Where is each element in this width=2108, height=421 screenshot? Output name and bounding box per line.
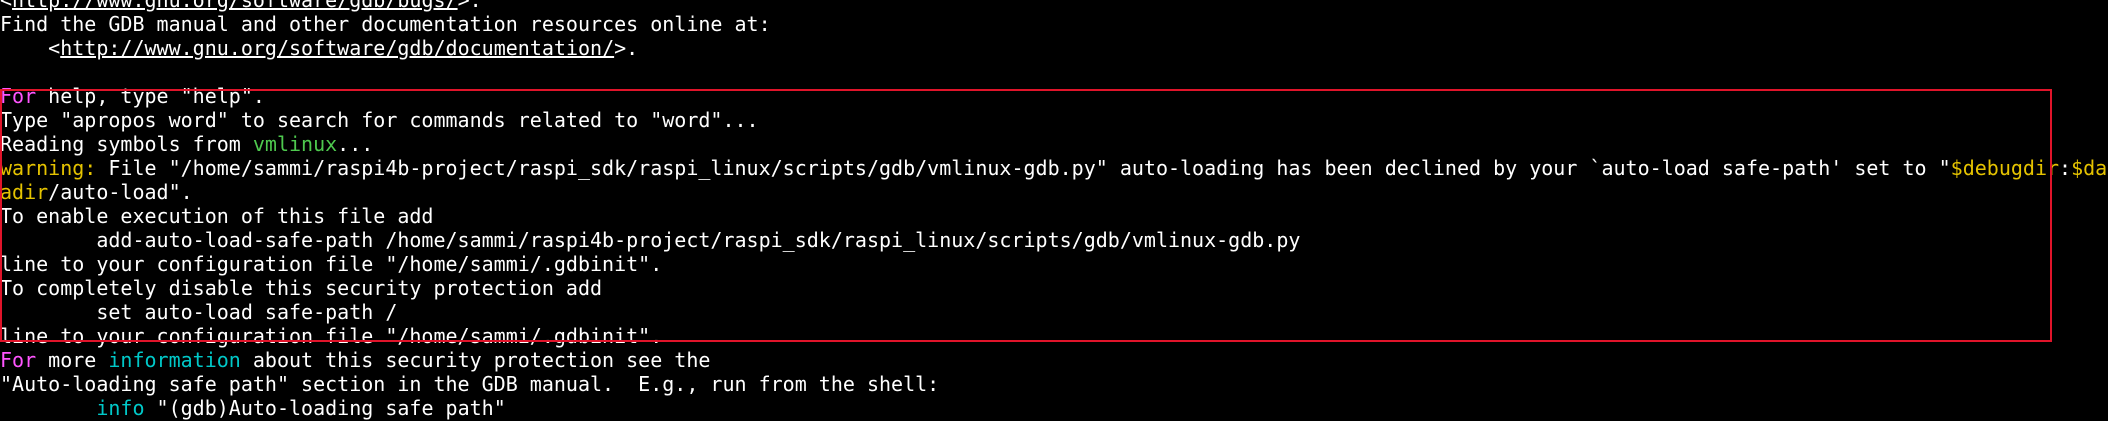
disable-protection-line: To completely disable this security prot… — [0, 276, 602, 300]
manual-info-line: Find the GDB manual and other documentat… — [0, 12, 771, 36]
filename: vmlinux — [252, 132, 338, 156]
variable: $debugdir — [1950, 156, 2060, 180]
keyword: For — [0, 348, 37, 372]
help-hint-line: For help, type "help". — [0, 84, 265, 108]
set-safe-path-command-line: set auto-load safe-path / — [0, 300, 397, 324]
text: "Auto-loading safe path" section in the … — [0, 372, 940, 396]
text: about this security protection see the — [240, 348, 711, 372]
text: line to your configuration file "/home/s… — [0, 252, 663, 276]
text: "(gdb)Auto-loading safe path" — [144, 396, 506, 420]
text: File "/home/sammi/raspi4b-project/raspi_… — [96, 156, 1951, 180]
text: To enable execution of this file add — [0, 204, 434, 228]
documentation-link[interactable]: http://www.gnu.org/software/gdb/document… — [60, 36, 614, 60]
text: more — [36, 348, 109, 372]
text: set auto-load safe-path / — [0, 300, 398, 324]
text: : — [2059, 156, 2072, 180]
documentation-url-line: <http://www.gnu.org/software/gdb/documen… — [0, 36, 638, 60]
text: help, type "help". — [36, 84, 265, 108]
text: line to your configuration file "/home/s… — [0, 324, 663, 348]
text: /auto-load". — [48, 180, 193, 204]
text: ... — [337, 132, 374, 156]
text: add-auto-load-safe-path /home/sammi/rasp… — [0, 228, 1301, 252]
warning-line: warning: File "/home/sammi/raspi4b-proje… — [0, 156, 2108, 180]
bugs-link[interactable]: http://www.gnu.org/software/gdb/bugs/ — [12, 0, 458, 12]
text: < — [0, 0, 13, 12]
reading-symbols-line: Reading symbols from vmlinux... — [0, 132, 373, 156]
apropos-hint-line: Type "apropos word" to search for comman… — [0, 108, 759, 132]
text: Find the GDB manual and other documentat… — [0, 12, 771, 36]
variable: $dat — [2071, 156, 2108, 180]
manual-section-line: "Auto-loading safe path" section in the … — [0, 372, 939, 396]
config-file-line-2: line to your configuration file "/home/s… — [0, 324, 662, 348]
text: < — [0, 36, 61, 60]
text: >. — [614, 36, 639, 60]
warning-continuation-line: adir/auto-load". — [0, 180, 193, 204]
keyword: info — [96, 396, 145, 420]
enable-execution-line: To enable execution of this file add — [0, 204, 433, 228]
text: >. — [457, 0, 482, 12]
bug-report-url-line: <http://www.gnu.org/software/gdb/bugs/>. — [0, 0, 482, 12]
terminal-window[interactable]: <http://www.gnu.org/software/gdb/bugs/>.… — [0, 0, 2108, 421]
config-file-line: line to your configuration file "/home/s… — [0, 252, 662, 276]
warning-label: warning: — [0, 156, 97, 180]
text: Reading symbols from — [0, 132, 253, 156]
more-information-line: For more information about this security… — [0, 348, 710, 372]
add-safe-path-command-line: add-auto-load-safe-path /home/sammi/rasp… — [0, 228, 1300, 252]
keyword: For — [0, 84, 37, 108]
text: To completely disable this security prot… — [0, 276, 603, 300]
variable: adir — [0, 180, 49, 204]
info-command-line: info "(gdb)Auto-loading safe path" — [0, 396, 506, 420]
keyword: information — [108, 348, 241, 372]
text: Type "apropos word" to search for comman… — [0, 108, 759, 132]
